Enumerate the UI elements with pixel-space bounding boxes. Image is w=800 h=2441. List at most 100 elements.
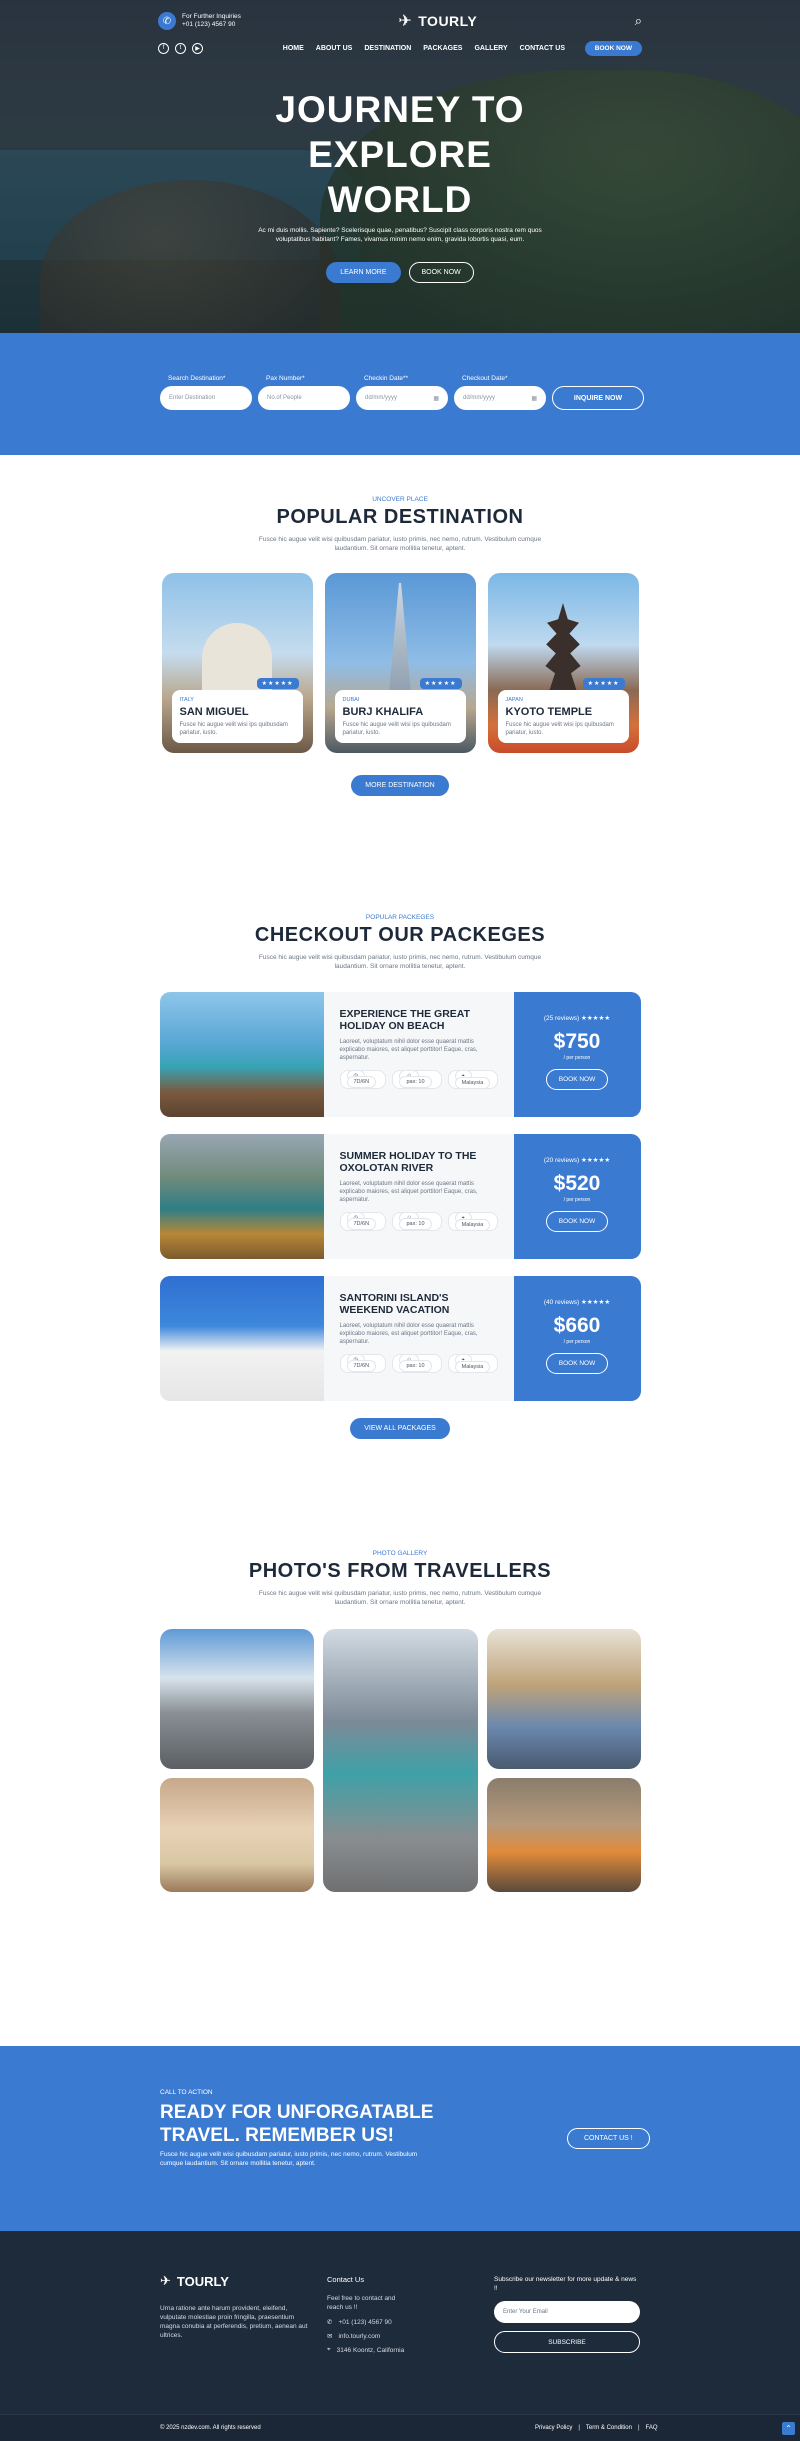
package-book-now-button[interactable]: BOOK NOW — [545, 1069, 609, 1090]
phone-icon: ✆ — [158, 12, 176, 30]
checkout-label: Checkout Date* — [462, 375, 508, 382]
nav-item-gallery[interactable]: GALLERY — [474, 45, 507, 52]
nav-menu: HOME ABOUT US DESTINATION PACKAGES GALLE… — [283, 45, 565, 52]
site-logo[interactable]: ✈ TOURLY — [398, 11, 477, 31]
view-all-packages-button[interactable]: VIEW ALL PACKAGES — [350, 1418, 450, 1439]
rating-stars: ★★★★★ — [419, 678, 462, 689]
calendar-icon[interactable]: ▦ — [531, 395, 537, 402]
package-desc: Laoreet, voluptatum nihil dolor esse qua… — [339, 1039, 478, 1061]
footer-about: Urna ratione ante harum provident, eleif… — [160, 2305, 308, 2339]
subscribe-button[interactable]: SUBSCRIBE — [494, 2331, 640, 2353]
package-card: SUMMER HOLIDAY TO THE OXOLOTAN RIVER Lao… — [159, 1134, 641, 1259]
terms-link[interactable]: Term & Condition — [586, 2425, 632, 2431]
destination-input[interactable]: Enter Destination — [160, 386, 252, 410]
copyright: © 2025 nzdev.com. All rights reserved — [160, 2425, 261, 2431]
link-divider: | — [578, 2425, 580, 2431]
gallery-grid — [159, 1629, 641, 1892]
hero-title-line-3: WORLD — [327, 179, 473, 220]
contact-phone[interactable]: ✆ +01 (123) 4567 90 — [327, 2318, 412, 2327]
checkin-input[interactable]: dd/mm/yyyy ▦ — [356, 386, 448, 410]
checkout-input[interactable]: dd/mm/yyyy ▦ — [454, 386, 546, 410]
hero-book-now-button[interactable]: BOOK NOW — [408, 262, 474, 283]
nav-item-home[interactable]: HOME — [283, 45, 304, 52]
search-icon[interactable]: ⌕ — [635, 13, 642, 29]
faq-link[interactable]: FAQ — [646, 2425, 658, 2431]
newsletter: Subscribe our newsletter for more update… — [494, 2275, 640, 2353]
package-price-panel: (25 reviews) ★★★★★ $750 / per person BOO… — [513, 992, 641, 1117]
gallery-section: PHOTO GALLERY PHOTO'S FROM TRAVELLERS Fu… — [0, 1511, 800, 2046]
package-price: $520 — [553, 1172, 601, 1195]
nav-item-contact[interactable]: CONTACT US — [520, 45, 565, 52]
pax-badge: ☺ pax: 10 — [392, 1070, 442, 1089]
pax-input[interactable]: No.of People — [258, 386, 350, 410]
footer-logo[interactable]: ✈ TOURLY — [160, 2273, 229, 2289]
hero-title-line-1: JOURNEY TO — [275, 89, 525, 130]
hero-title: JOURNEY TO EXPLORE WORLD — [0, 87, 800, 222]
pax-field: Pax Number* No.of People — [258, 375, 350, 410]
twitter-icon[interactable]: t — [175, 42, 186, 54]
header-book-now-button[interactable]: BOOK NOW — [584, 40, 642, 56]
per-person-label: / per person — [563, 1339, 591, 1345]
calendar-icon[interactable]: ▦ — [433, 395, 439, 402]
main-navbar: f t ▶ HOME ABOUT US DESTINATION PACKAGES… — [158, 39, 642, 57]
cta-title-line-1: READY FOR UNFORGATABLE — [160, 2102, 434, 2123]
checkin-placeholder: dd/mm/yyyy — [365, 395, 398, 401]
destination-image — [545, 603, 581, 693]
nav-item-packages[interactable]: PACKAGES — [423, 45, 462, 52]
package-book-now-button[interactable]: BOOK NOW — [545, 1211, 609, 1232]
package-image — [159, 1276, 324, 1401]
contact-text: Feel free to contact and reach us !! — [327, 2295, 396, 2311]
gallery-photo[interactable] — [486, 1629, 641, 1769]
inquiry-label: For Further Inquiries — [182, 13, 241, 20]
email-placeholder: Enter Your Email — [503, 2309, 548, 2315]
packages-subtitle: Fusce hic augue velit wisi quibusdam par… — [258, 954, 542, 970]
logo-text: TOURLY — [418, 13, 478, 29]
inquire-now-button[interactable]: INQUIRE NOW — [552, 386, 644, 410]
booking-section: Search Destination* Enter Destination Pa… — [0, 333, 800, 455]
inquiry-phone-number: +01 (123) 4567 90 — [182, 21, 236, 28]
nav-item-about[interactable]: ABOUT US — [316, 45, 353, 52]
youtube-icon[interactable]: ▶ — [192, 42, 203, 54]
destination-title: POPULAR DESTINATION — [276, 506, 524, 528]
checkin-label: Checkin Date** — [364, 375, 409, 382]
destination-tag: UNCOVER PLACE — [372, 496, 428, 503]
gallery-title: PHOTO'S FROM TRAVELLERS — [248, 1560, 552, 1582]
package-price: $750 — [553, 1030, 601, 1053]
contact-email[interactable]: ✉ info.tourly.com — [327, 2332, 412, 2341]
destination-card[interactable]: ★★★★★ JAPAN KYOTO TEMPLE Fusce hic augue… — [487, 573, 639, 753]
rating-stars: ★★★★★ — [581, 1299, 611, 1306]
scroll-to-top-icon[interactable]: ⌃ — [782, 2422, 795, 2435]
packages-tag: POPULAR PACKEGES — [365, 914, 435, 921]
footer-logo-text: TOURLY — [176, 2273, 229, 2289]
destination-name: BURJ KHALIFA — [342, 706, 424, 718]
inquiry-phone[interactable]: ✆ For Further Inquiries +01 (123) 4567 9… — [158, 12, 241, 30]
cta-title: READY FOR UNFORGATABLE TRAVEL. REMEMBER … — [160, 2101, 500, 2147]
contact-address: ⌖ 3146 Koontz, California — [327, 2346, 405, 2354]
more-destination-button[interactable]: MORE DESTINATION — [351, 775, 449, 796]
checkout-placeholder: dd/mm/yyyy — [463, 395, 496, 401]
duration-badge: ◷ 7D/6N — [339, 1070, 387, 1089]
packages-title: CHECKOUT OUR PACKEGES — [254, 924, 546, 946]
phone-icon: ✆ — [327, 2319, 333, 2326]
package-card: SANTORINI ISLAND'S WEEKEND VACATION Laor… — [159, 1276, 641, 1401]
package-book-now-button[interactable]: BOOK NOW — [545, 1353, 609, 1374]
social-links: f t ▶ — [158, 42, 203, 54]
destination-card[interactable]: ★★★★★ DUBAI BURJ KHALIFA Fusce hic augue… — [324, 573, 476, 753]
gallery-photo[interactable] — [159, 1629, 314, 1769]
nav-item-destination[interactable]: DESTINATION — [364, 45, 411, 52]
package-list: EXPERIENCE THE GREAT HOLIDAY ON BEACH La… — [159, 992, 641, 1401]
privacy-policy-link[interactable]: Privacy Policy — [535, 2425, 572, 2431]
gallery-photo[interactable] — [322, 1629, 478, 1892]
facebook-icon[interactable]: f — [158, 42, 169, 54]
gallery-photo[interactable] — [486, 1778, 641, 1892]
newsletter-email-input[interactable]: Enter Your Email — [494, 2301, 640, 2323]
footer-links: Privacy Policy | Term & Condition | FAQ — [535, 2425, 658, 2431]
contact-us-button[interactable]: CONTACT US ! — [567, 2128, 650, 2149]
learn-more-button[interactable]: LEARN MORE — [326, 262, 401, 283]
destination-card[interactable]: ★★★★★ ITALY SAN MIGUEL Fusce hic augue v… — [161, 573, 313, 753]
duration-badge: ◷ 7D/6N — [339, 1354, 387, 1373]
cta-text: Fusce hic augue velit wisi quibusdam par… — [160, 2151, 418, 2167]
footer: ✈ TOURLY Urna ratione ante harum provide… — [0, 2231, 800, 2414]
gallery-photo[interactable] — [159, 1778, 314, 1892]
gallery-tag: PHOTO GALLERY — [372, 1550, 428, 1557]
